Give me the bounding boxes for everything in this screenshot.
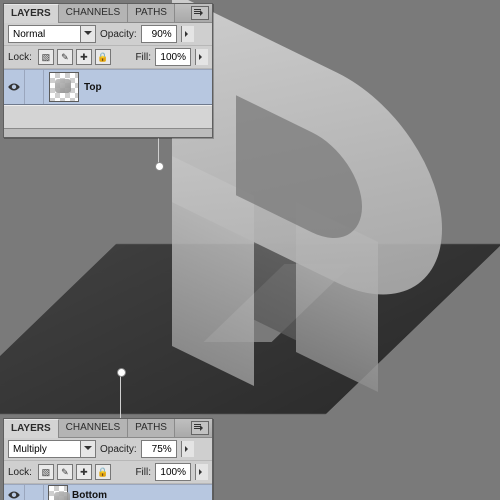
eye-icon <box>7 82 21 92</box>
panel-tabbar: LAYERS CHANNELS PATHS <box>4 419 212 438</box>
panel-footer <box>4 128 212 137</box>
link-cell[interactable] <box>25 70 44 104</box>
tab-paths[interactable]: PATHS <box>128 419 175 437</box>
blend-opacity-row: Normal Opacity: 90% <box>4 23 212 46</box>
lock-fill-row: Lock: ▧ ✎ ✚ 🔒 Fill: 100% <box>4 461 212 484</box>
panel-menu-icon[interactable] <box>191 421 209 435</box>
lock-icon-group: ▧ ✎ ✚ 🔒 <box>38 464 111 480</box>
opacity-value: 90% <box>142 29 176 40</box>
lock-label: Lock: <box>8 52 32 63</box>
fill-label: Fill: <box>135 52 151 63</box>
layer-row[interactable]: Bottom <box>4 484 212 500</box>
blend-opacity-row: Multiply Opacity: 75% <box>4 438 212 461</box>
layer-thumbnail[interactable] <box>49 72 79 102</box>
panel-menu-icon[interactable] <box>191 6 209 20</box>
fill-value: 100% <box>156 52 190 63</box>
visibility-toggle[interactable] <box>4 70 25 104</box>
layer-name[interactable]: Top <box>84 82 102 93</box>
tab-channels[interactable]: CHANNELS <box>59 4 128 22</box>
opacity-input[interactable]: 90% <box>141 25 177 43</box>
lock-transparent-pixels-icon[interactable]: ▧ <box>38 464 54 480</box>
panel-tabbar: LAYERS CHANNELS PATHS <box>4 4 212 23</box>
callout-line-bottom <box>120 374 121 418</box>
link-cell[interactable] <box>25 485 44 500</box>
tab-paths[interactable]: PATHS <box>128 4 175 22</box>
opacity-label: Opacity: <box>100 29 137 40</box>
visibility-toggle[interactable] <box>4 485 25 500</box>
layers-panel-top: LAYERS CHANNELS PATHS Normal Opacity: 90… <box>3 3 213 138</box>
opacity-value: 75% <box>142 444 176 455</box>
opacity-label: Opacity: <box>100 444 137 455</box>
tab-layers[interactable]: LAYERS <box>4 419 59 438</box>
lock-position-icon[interactable]: ✚ <box>76 49 92 65</box>
layers-panel-bottom: LAYERS CHANNELS PATHS Multiply Opacity: … <box>3 418 213 500</box>
lock-image-pixels-icon[interactable]: ✎ <box>57 464 73 480</box>
lock-fill-row: Lock: ▧ ✎ ✚ 🔒 Fill: 100% <box>4 46 212 69</box>
tab-channels[interactable]: CHANNELS <box>59 419 128 437</box>
fill-input[interactable]: 100% <box>155 463 191 481</box>
lock-label: Lock: <box>8 467 32 478</box>
lock-position-icon[interactable]: ✚ <box>76 464 92 480</box>
eye-icon <box>7 490 21 500</box>
chevron-down-icon[interactable] <box>80 26 95 42</box>
opacity-stepper-icon[interactable] <box>181 26 194 42</box>
lock-transparent-pixels-icon[interactable]: ▧ <box>38 49 54 65</box>
chevron-down-icon[interactable] <box>80 441 95 457</box>
tab-layers[interactable]: LAYERS <box>4 4 59 23</box>
blend-mode-select[interactable]: Normal <box>8 25 96 43</box>
layer-name[interactable]: Bottom <box>72 490 107 500</box>
lock-all-icon[interactable]: 🔒 <box>95 464 111 480</box>
layer-row[interactable]: Top <box>4 69 212 105</box>
fill-label: Fill: <box>135 467 151 478</box>
layer-thumbnail[interactable] <box>48 485 68 500</box>
fill-value: 100% <box>156 467 190 478</box>
fill-input[interactable]: 100% <box>155 48 191 66</box>
blend-mode-value: Multiply <box>9 444 80 455</box>
callout-dot-top <box>155 162 164 171</box>
lock-image-pixels-icon[interactable]: ✎ <box>57 49 73 65</box>
fill-stepper-icon[interactable] <box>195 49 208 65</box>
opacity-input[interactable]: 75% <box>141 440 177 458</box>
blend-mode-select[interactable]: Multiply <box>8 440 96 458</box>
lock-icon-group: ▧ ✎ ✚ 🔒 <box>38 49 111 65</box>
blend-mode-value: Normal <box>9 29 80 40</box>
fill-stepper-icon[interactable] <box>195 464 208 480</box>
lock-all-icon[interactable]: 🔒 <box>95 49 111 65</box>
panel-empty-area <box>4 105 212 128</box>
opacity-stepper-icon[interactable] <box>181 441 194 457</box>
callout-dot-bottom <box>117 368 126 377</box>
